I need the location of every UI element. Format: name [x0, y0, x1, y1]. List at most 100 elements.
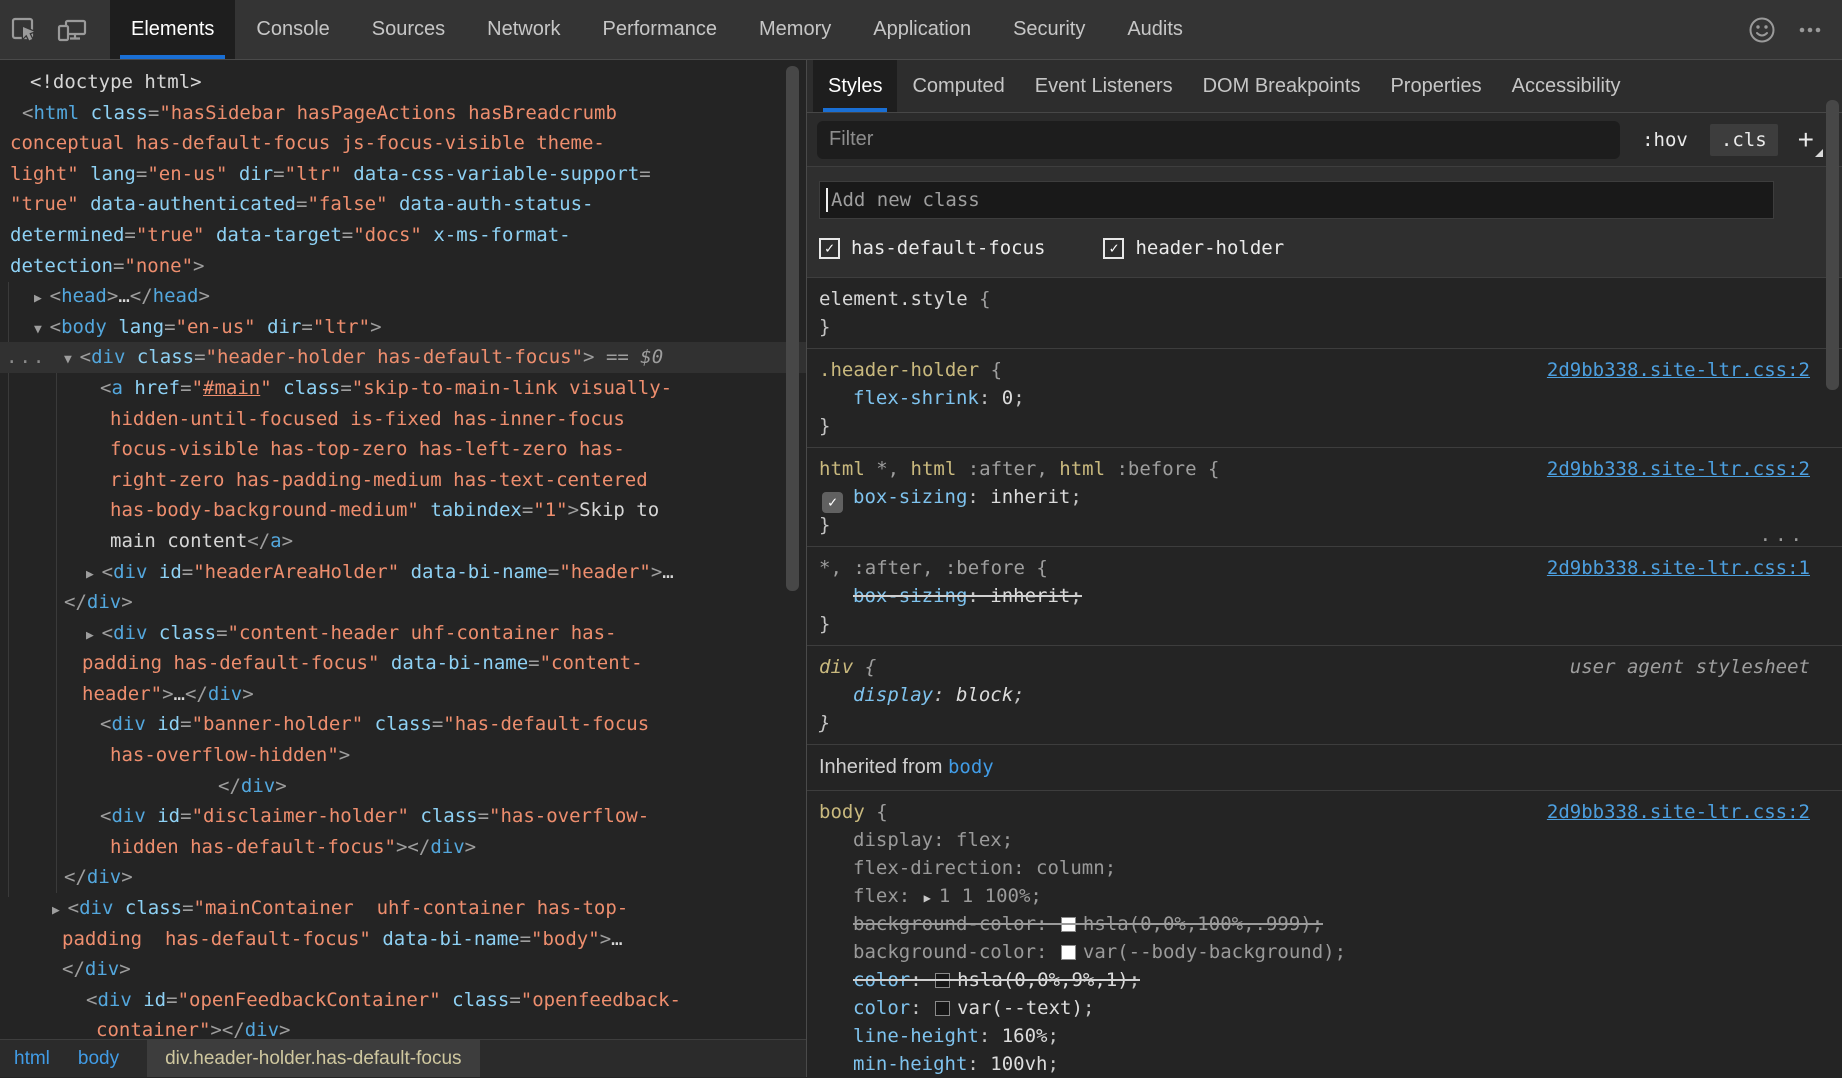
dom-tree-line[interactable]: </div> — [0, 771, 806, 802]
dom-tree-line[interactable]: <html class="hasSidebar hasPageActions h… — [0, 98, 806, 129]
stylesheet-source-link[interactable]: 2d9bb338.site-ltr.css:2 — [1547, 798, 1842, 826]
dom-tree-line[interactable]: </div> — [0, 587, 806, 618]
dom-tree-line[interactable]: padding has-default-focus" data-bi-name=… — [0, 924, 806, 955]
styles-tab-event-listeners[interactable]: Event Listeners — [1020, 60, 1188, 112]
css-property[interactable]: min-height: 100vh; — [819, 1050, 1842, 1077]
dom-tree-line[interactable]: <div id="banner-holder" class="has-defau… — [0, 709, 806, 740]
class-checkbox[interactable]: ✓ — [819, 238, 840, 259]
dom-tree-line[interactable]: has-body-background-medium" tabindex="1"… — [0, 495, 806, 526]
dom-tree-line[interactable]: <a href="#main" class="skip-to-main-link… — [0, 373, 806, 404]
dom-tree-line-selected[interactable]: ▼ <div class="header-holder has-default-… — [0, 342, 806, 373]
css-property[interactable]: display: flex; — [819, 826, 1842, 854]
css-property[interactable]: ✓box-sizing: inherit; — [819, 483, 1842, 511]
color-swatch[interactable] — [935, 1001, 950, 1016]
css-property[interactable]: color: var(--text); — [819, 994, 1842, 1022]
dom-tree-line[interactable]: ▶ <div class="content-header uhf-contain… — [0, 618, 806, 649]
dom-tree-line[interactable]: ▶ <div id="headerAreaHolder" data-bi-nam… — [0, 557, 806, 588]
dom-tree-line[interactable]: </div> — [0, 862, 806, 893]
cls-toggle-button[interactable]: .cls — [1710, 124, 1778, 156]
stylesheet-source-link[interactable]: 2d9bb338.site-ltr.css:1 — [1547, 554, 1842, 582]
css-property[interactable]: line-height: 160%; — [819, 1022, 1842, 1050]
breadcrumb-item[interactable]: html — [14, 1048, 50, 1070]
css-selector[interactable]: div {user agent stylesheet — [819, 653, 1842, 681]
dom-tree-line[interactable]: hidden-until-focused is-fixed has-inner-… — [0, 404, 806, 435]
color-swatch[interactable] — [1061, 917, 1076, 932]
styles-tab-styles[interactable]: Styles — [813, 60, 897, 112]
css-selector[interactable]: body {2d9bb338.site-ltr.css:2 — [819, 798, 1842, 826]
stylesheet-source-link[interactable]: 2d9bb338.site-ltr.css:2 — [1547, 356, 1842, 384]
dom-tree-line[interactable]: right-zero has-padding-medium has-text-c… — [0, 465, 806, 496]
css-selector[interactable]: *, :after, :before {2d9bb338.site-ltr.cs… — [819, 554, 1842, 582]
tab-performance[interactable]: Performance — [582, 0, 739, 59]
dom-tree-line[interactable]: light" lang="en-us" dir="ltr" data-css-v… — [0, 159, 806, 190]
dom-tree-line[interactable]: hidden has-default-focus"></div> — [0, 832, 806, 863]
rule-close-brace: } — [819, 511, 1842, 539]
dom-tree-line[interactable]: <div id="openFeedbackContainer" class="o… — [0, 985, 806, 1016]
breadcrumb-item[interactable]: div.header-holder.has-default-focus — [147, 1040, 479, 1077]
dom-tree-line[interactable]: ▶ <div class="mainContainer uhf-containe… — [0, 893, 806, 924]
filter-input[interactable]: Filter — [817, 121, 1620, 159]
tab-application[interactable]: Application — [852, 0, 992, 59]
rule-close-brace: } — [819, 610, 1842, 638]
dom-tree-line[interactable]: main content</a> — [0, 526, 806, 557]
dom-tree-line[interactable]: has-overflow-hidden"> — [0, 740, 806, 771]
breadcrumb-item[interactable]: body — [78, 1048, 119, 1070]
dom-tree-line[interactable]: <!doctype html> — [0, 67, 806, 98]
class-checkbox[interactable]: ✓ — [1103, 238, 1124, 259]
dom-tree-line[interactable]: conceptual has-default-focus js-focus-vi… — [0, 128, 806, 159]
tab-memory[interactable]: Memory — [738, 0, 852, 59]
rule-more-actions-icon[interactable]: ... — [1760, 524, 1806, 546]
color-swatch[interactable] — [1061, 945, 1076, 960]
css-property[interactable]: display: block; — [819, 681, 1842, 709]
styles-scrollbar-thumb[interactable] — [1826, 100, 1839, 390]
color-swatch[interactable] — [935, 973, 950, 988]
styles-panel: StylesComputedEvent ListenersDOM Breakpo… — [807, 60, 1842, 1077]
devtools-window: ElementsConsoleSourcesNetworkPerformance… — [0, 0, 1842, 1078]
tab-sources[interactable]: Sources — [351, 0, 466, 59]
dom-tree-line[interactable]: padding has-default-focus" data-bi-name=… — [0, 648, 806, 679]
styles-tab-dom-breakpoints[interactable]: DOM Breakpoints — [1188, 60, 1376, 112]
css-property[interactable]: flex-direction: column; — [819, 854, 1842, 882]
css-selector[interactable]: element.style { — [819, 285, 1842, 313]
dom-tree-line[interactable]: "true" data-authenticated="false" data-a… — [0, 189, 806, 220]
elements-scrollbar-thumb[interactable] — [786, 66, 799, 591]
feedback-smiley-icon[interactable] — [1738, 14, 1786, 46]
tab-elements[interactable]: Elements — [110, 0, 235, 59]
tab-security[interactable]: Security — [992, 0, 1106, 59]
device-toolbar-icon[interactable] — [48, 0, 96, 59]
css-selector[interactable]: .header-holder {2d9bb338.site-ltr.css:2 — [819, 356, 1842, 384]
tab-network[interactable]: Network — [466, 0, 581, 59]
css-property[interactable]: color: hsla(0,0%,9%,1); — [819, 966, 1842, 994]
css-property[interactable]: background-color: hsla(0,0%,100%,.999); — [819, 910, 1842, 938]
dom-tree-line[interactable]: </div> — [0, 954, 806, 985]
styles-tab-computed[interactable]: Computed — [897, 60, 1019, 112]
hov-toggle-button[interactable]: :hov — [1642, 129, 1688, 151]
tab-audits[interactable]: Audits — [1106, 0, 1204, 59]
dom-tree-line[interactable]: ▶ <head>…</head> — [0, 281, 806, 312]
dom-tree-line[interactable]: container"></div> — [0, 1015, 806, 1039]
more-options-icon[interactable] — [1786, 14, 1834, 46]
inherited-node-link[interactable]: body — [948, 756, 994, 778]
expand-shorthand-icon[interactable]: ▶ — [924, 891, 931, 905]
dom-tree-line[interactable]: <div id="disclaimer-holder" class="has-o… — [0, 801, 806, 832]
property-enable-checkbox[interactable]: ✓ — [822, 492, 843, 513]
dom-tree-line[interactable]: determined="true" data-target="docs" x-m… — [0, 220, 806, 251]
stylesheet-source-link[interactable]: 2d9bb338.site-ltr.css:2 — [1547, 455, 1842, 483]
dom-tree-line[interactable]: header">…</div> — [0, 679, 806, 710]
dom-tree-line[interactable]: ▼ <body lang="en-us" dir="ltr"> — [0, 312, 806, 343]
css-property[interactable]: flex: ▶1 1 100%; — [819, 882, 1842, 910]
add-class-input[interactable]: Add new class — [819, 181, 1774, 219]
css-property[interactable]: flex-shrink: 0; — [819, 384, 1842, 412]
dom-tree-line[interactable]: focus-visible has-top-zero has-left-zero… — [0, 434, 806, 465]
add-class-placeholder: Add new class — [831, 189, 980, 211]
tab-console[interactable]: Console — [235, 0, 350, 59]
inspect-element-icon[interactable] — [0, 0, 48, 59]
styles-tab-accessibility[interactable]: Accessibility — [1497, 60, 1636, 112]
dom-tree-line[interactable]: detection="none"> — [0, 251, 806, 282]
node-menu-dots-icon[interactable]: ... — [6, 342, 46, 373]
css-selector[interactable]: html *, html :after, html :before {2d9bb… — [819, 455, 1842, 483]
css-property[interactable]: box-sizing: inherit; — [819, 582, 1842, 610]
css-property[interactable]: background-color: var(--body-background)… — [819, 938, 1842, 966]
new-style-rule-button[interactable]: + — [1798, 126, 1814, 154]
styles-tab-properties[interactable]: Properties — [1375, 60, 1496, 112]
